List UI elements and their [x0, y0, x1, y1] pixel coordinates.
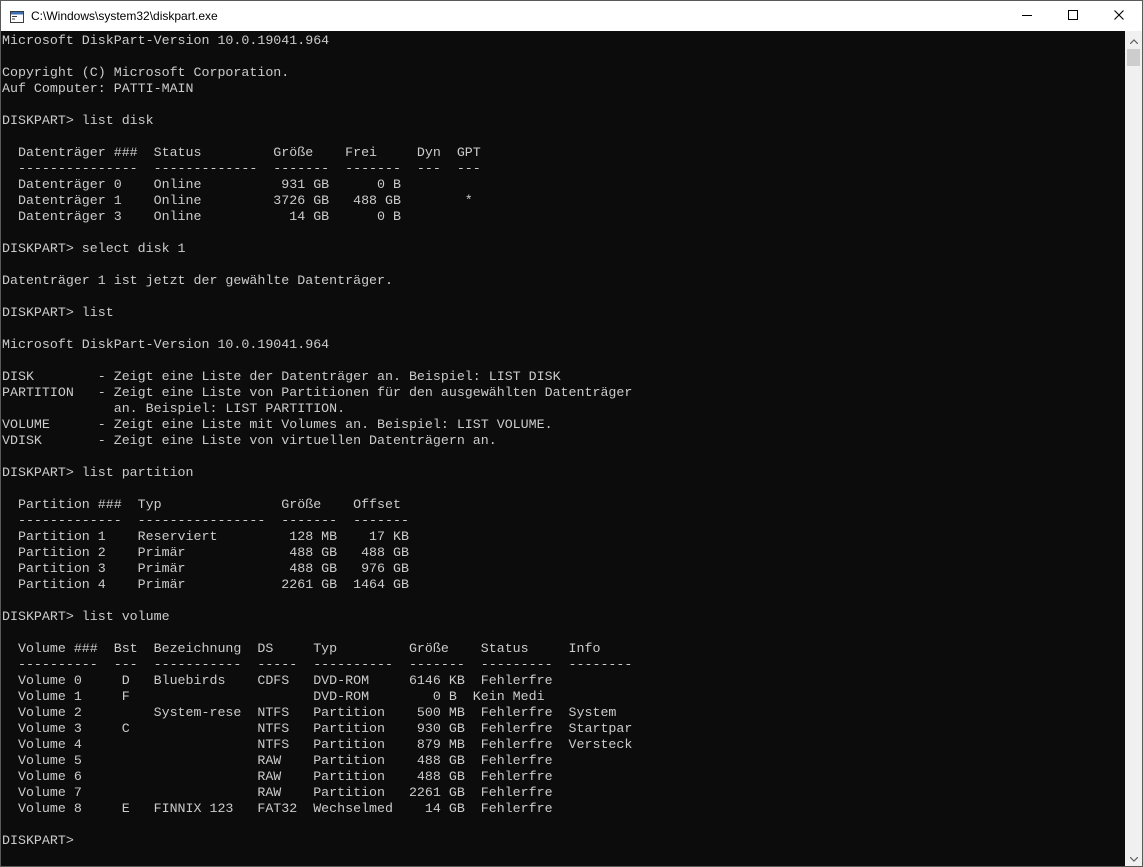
console-command-line: DISKPART>: [2, 833, 74, 848]
console-line: Volume 3 C NTFS Partition 930 GB Fehlerf…: [2, 721, 633, 736]
console-line: Volume 6 RAW Partition 488 GB Fehlerfre: [2, 769, 553, 784]
console-line: Datenträger 0 Online 931 GB 0 B: [2, 177, 401, 192]
console-line: VOLUME - Zeigt eine Liste mit Volumes an…: [2, 417, 553, 432]
console-line: Volume ### Bst Bezeichnung DS Typ Größe …: [2, 641, 601, 656]
console-line: Partition 4 Primär 2261 GB 1464 GB: [2, 577, 409, 592]
close-icon: [1114, 7, 1124, 25]
minimize-icon: [1022, 7, 1032, 25]
close-button[interactable]: [1096, 1, 1142, 31]
console-line: Volume 0 D Bluebirds CDFS DVD-ROM 6146 K…: [2, 673, 553, 688]
console-window: C:\Windows\system32\diskpart.exe Microso…: [0, 0, 1143, 867]
console-line: PARTITION - Zeigt eine Liste von Partiti…: [2, 385, 633, 400]
title-bar[interactable]: C:\Windows\system32\diskpart.exe: [1, 1, 1142, 31]
console-icon: [10, 10, 24, 23]
console-line: Partition 3 Primär 488 GB 976 GB: [2, 561, 409, 576]
console-command-line: DISKPART> list disk: [2, 113, 154, 128]
scroll-thumb[interactable]: [1127, 49, 1140, 66]
chevron-down-icon: [1129, 849, 1138, 867]
console-line: Auf Computer: PATTI-MAIN: [2, 81, 194, 96]
console-line: Partition 1 Reserviert 128 MB 17 KB: [2, 529, 409, 544]
console-line: Microsoft DiskPart-Version 10.0.19041.96…: [2, 337, 330, 352]
console-line: Copyright (C) Microsoft Corporation.: [2, 65, 290, 80]
vertical-scrollbar[interactable]: [1125, 31, 1142, 866]
console-line: Datenträger ### Status Größe Frei Dyn GP…: [2, 145, 481, 160]
console-line: ---------- --- ----------- ----- -------…: [2, 657, 633, 672]
console-output[interactable]: Microsoft DiskPart-Version 10.0.19041.96…: [1, 31, 1125, 866]
console-line: Partition ### Typ Größe Offset: [2, 497, 401, 512]
console-line: ------------- ---------------- ------- -…: [2, 513, 409, 528]
console-line: DISK - Zeigt eine Liste der Datenträger …: [2, 369, 561, 384]
console-line: Volume 4 NTFS Partition 879 MB Fehlerfre…: [2, 737, 633, 752]
console-line: VDISK - Zeigt eine Liste von virtuellen …: [2, 433, 497, 448]
console-command-line: DISKPART> select disk 1: [2, 241, 186, 256]
console-line: Datenträger 3 Online 14 GB 0 B: [2, 209, 401, 224]
chevron-up-icon: [1129, 31, 1138, 49]
console-command-line: DISKPART> list volume: [2, 609, 170, 624]
console-line: Volume 7 RAW Partition 2261 GB Fehlerfre: [2, 785, 553, 800]
minimize-button[interactable]: [1004, 1, 1050, 31]
console-line: Volume 1 F DVD-ROM 0 B Kein Medi: [2, 689, 545, 704]
console-command-line: DISKPART> list: [2, 305, 114, 320]
console-line: --------------- ------------- ------- --…: [2, 161, 481, 176]
console-line: Datenträger 1 ist jetzt der gewählte Dat…: [2, 273, 393, 288]
console-line: an. Beispiel: LIST PARTITION.: [2, 401, 346, 416]
console-line: Datenträger 1 Online 3726 GB 488 GB *: [2, 193, 473, 208]
scroll-down-button[interactable]: [1125, 849, 1142, 866]
console-line: Volume 5 RAW Partition 488 GB Fehlerfre: [2, 753, 553, 768]
scroll-up-button[interactable]: [1125, 31, 1142, 48]
maximize-button[interactable]: [1050, 1, 1096, 31]
console-line: Volume 2 System-rese NTFS Partition 500 …: [2, 705, 617, 720]
console-command-line: DISKPART> list partition: [2, 465, 194, 480]
console-line: Microsoft DiskPart-Version 10.0.19041.96…: [2, 33, 330, 48]
maximize-icon: [1068, 7, 1078, 25]
window-title: C:\Windows\system32\diskpart.exe: [31, 9, 218, 23]
console-line: Partition 2 Primär 488 GB 488 GB: [2, 545, 409, 560]
console-line: Volume 8 E FINNIX 123 FAT32 Wechselmed 1…: [2, 801, 553, 816]
